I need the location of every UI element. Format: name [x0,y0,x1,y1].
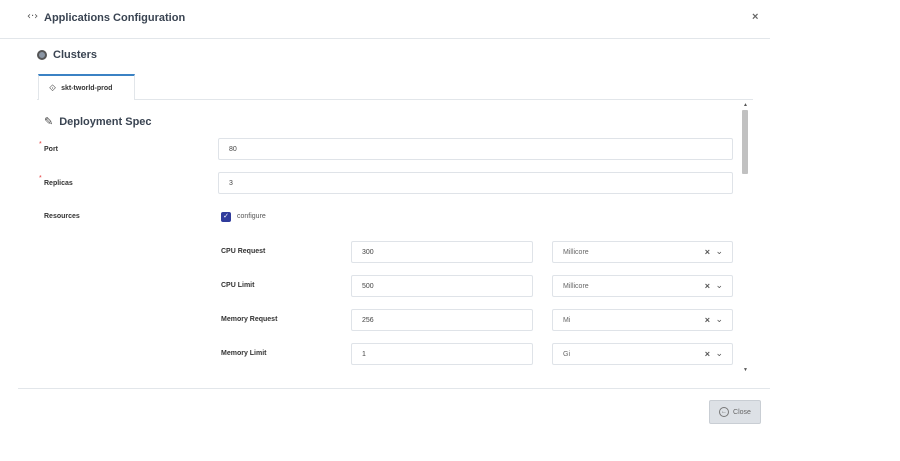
scroll-down-arrow-icon[interactable]: ▼ [743,367,748,373]
scrollbar-thumb[interactable] [742,110,748,174]
close-button[interactable]: ← Close [709,400,761,424]
clusters-label: Clusters [53,49,98,61]
scroll-up-arrow-icon[interactable]: ▲ [743,102,748,108]
select-value: Gi [563,350,570,358]
port-input[interactable]: 80 [218,138,733,160]
replicas-input[interactable]: 3 [218,172,733,194]
memory-limit-label: Memory Limit [221,350,267,357]
close-icon[interactable]: × [752,11,758,23]
tab-label: skt-tworld-prod [61,84,113,92]
close-button-label: Close [733,408,751,416]
clusters-heading: Clusters [37,49,97,61]
clear-icon[interactable]: × [705,281,710,291]
required-mark: * [39,175,42,182]
chevron-down-icon[interactable]: ⌄ [715,246,723,257]
section-title: Deployment Spec [59,115,152,128]
chevron-down-icon[interactable]: ⌄ [715,280,723,291]
replicas-label: Replicas [44,180,73,187]
settings-cluster-icon: ⟐ [49,82,57,93]
memory-request-input[interactable]: 256 [351,309,533,331]
footer-divider [18,388,770,389]
select-value: Millicore [563,282,589,290]
pencil-icon: ✎ [44,116,54,128]
cpu-limit-label: CPU Limit [221,282,255,289]
memory-request-label: Memory Request [221,316,278,323]
configure-checkbox[interactable]: ✓ [221,212,231,222]
tab-divider [37,99,753,100]
back-circle-icon: ← [719,407,730,417]
modal-title: Applications Configuration [44,12,186,24]
section-heading: ✎ Deployment Spec [44,115,152,129]
code-icon: ‹·› [27,11,39,22]
chevron-down-icon[interactable]: ⌄ [715,314,723,325]
modal-header: ‹·› Applications Configuration × [0,0,770,39]
clear-icon[interactable]: × [705,247,710,257]
select-value: Mi [563,316,571,324]
clear-icon[interactable]: × [705,349,710,359]
resources-label: Resources [44,213,80,220]
cpu-limit-unit-select[interactable]: Millicore × ⌄ [552,275,733,297]
scrollbar[interactable]: ▲ ▼ [740,100,750,376]
cpu-request-input[interactable]: 300 [351,241,533,263]
cpu-request-unit-select[interactable]: Millicore × ⌄ [552,241,733,263]
memory-limit-unit-select[interactable]: Gi × ⌄ [552,343,733,365]
tab-skt-tworld-prod[interactable]: ⟐ skt-tworld-prod [38,74,135,100]
cluster-icon [37,50,47,60]
memory-request-unit-select[interactable]: Mi × ⌄ [552,309,733,331]
memory-limit-input[interactable]: 1 [351,343,533,365]
port-label: Port [44,146,58,153]
cpu-limit-input[interactable]: 500 [351,275,533,297]
clear-icon[interactable]: × [705,315,710,325]
chevron-down-icon[interactable]: ⌄ [715,348,723,359]
cpu-request-label: CPU Request [221,248,266,255]
configure-checkbox-label: configure [237,213,266,220]
required-mark: * [39,141,42,148]
select-value: Millicore [563,248,589,256]
